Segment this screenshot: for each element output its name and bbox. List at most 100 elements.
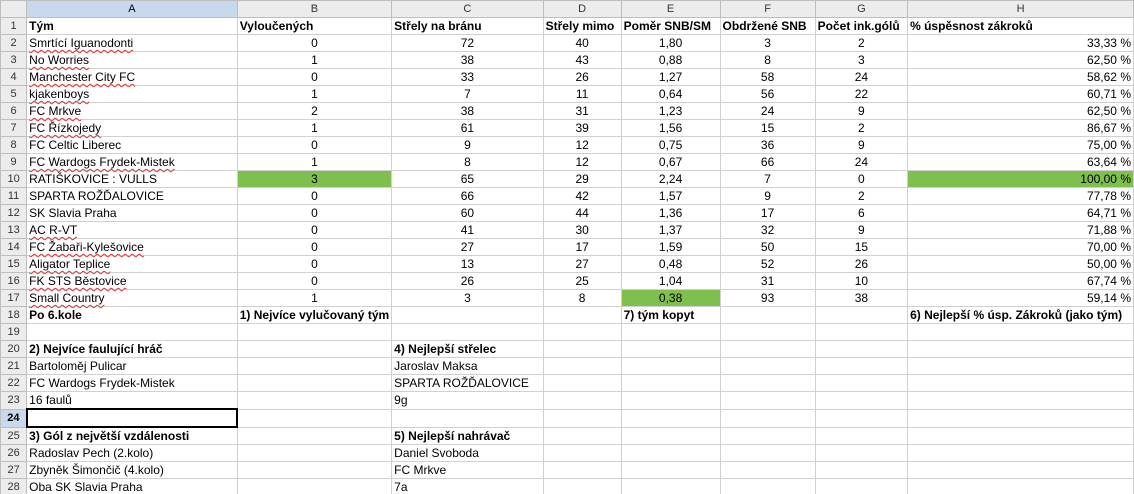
- cell[interactable]: [236, 391, 393, 410]
- row-number[interactable]: 27: [0, 461, 28, 479]
- row-number[interactable]: 17: [0, 289, 28, 307]
- cell[interactable]: [620, 461, 721, 479]
- cell[interactable]: [814, 478, 909, 494]
- cell[interactable]: 7a: [391, 478, 544, 494]
- excluded-cell[interactable]: 0: [236, 136, 393, 154]
- goals-conceded-cell[interactable]: 26: [814, 255, 909, 273]
- save-percentage-cell[interactable]: 75,00 %: [907, 136, 1134, 154]
- cell[interactable]: [542, 444, 622, 462]
- shots-on-goal-cell[interactable]: 41: [391, 221, 544, 239]
- cell[interactable]: [542, 391, 622, 410]
- team-name[interactable]: FC Řízkojedy: [26, 119, 238, 137]
- goals-conceded-cell[interactable]: 6: [814, 204, 909, 222]
- shots-received-cell[interactable]: 3: [719, 34, 816, 52]
- shots-on-goal-cell[interactable]: 72: [391, 34, 544, 52]
- shots-on-goal-cell[interactable]: 9: [391, 136, 544, 154]
- row-number[interactable]: 9: [0, 153, 28, 171]
- save-percentage-cell[interactable]: 62,50 %: [907, 102, 1134, 120]
- row-number[interactable]: 4: [0, 68, 28, 86]
- row-number[interactable]: 20: [0, 340, 28, 358]
- shots-wide-cell[interactable]: 29: [542, 170, 622, 188]
- cell[interactable]: [907, 478, 1134, 494]
- cell[interactable]: [620, 478, 721, 494]
- excluded-cell[interactable]: 3: [236, 170, 393, 188]
- goals-conceded-cell[interactable]: 3: [814, 51, 909, 69]
- row-number[interactable]: 5: [0, 85, 28, 103]
- cell[interactable]: [542, 340, 622, 358]
- save-percentage-cell[interactable]: 62,50 %: [907, 51, 1134, 69]
- cell[interactable]: [236, 408, 393, 428]
- cell[interactable]: [814, 444, 909, 462]
- ratio-cell[interactable]: 0,67: [620, 153, 721, 171]
- row-number[interactable]: 1: [0, 17, 28, 35]
- goals-conceded-cell[interactable]: 9: [814, 102, 909, 120]
- cell[interactable]: [719, 391, 816, 410]
- save-percentage-cell[interactable]: 67,74 %: [907, 272, 1134, 290]
- cell[interactable]: [236, 357, 393, 375]
- save-percentage-cell[interactable]: 77,78 %: [907, 187, 1134, 205]
- shots-wide-cell[interactable]: 27: [542, 255, 622, 273]
- excluded-cell[interactable]: 1: [236, 85, 393, 103]
- cell[interactable]: [907, 426, 1134, 445]
- row-number[interactable]: 23: [0, 391, 28, 410]
- shots-on-goal-cell[interactable]: 33: [391, 68, 544, 86]
- cell[interactable]: [719, 444, 816, 462]
- excluded-cell[interactable]: 2: [236, 102, 393, 120]
- goals-conceded-cell[interactable]: 2: [814, 187, 909, 205]
- cell[interactable]: FC Mrkve: [391, 461, 544, 479]
- cell[interactable]: [620, 444, 721, 462]
- ratio-cell[interactable]: 1,57: [620, 187, 721, 205]
- cell[interactable]: [542, 426, 622, 445]
- row-number[interactable]: 8: [0, 136, 28, 154]
- cell[interactable]: [814, 323, 909, 341]
- shots-received-cell[interactable]: 36: [719, 136, 816, 154]
- header-shots-on-goal[interactable]: Střely na bránu: [391, 17, 544, 35]
- goals-conceded-cell[interactable]: 24: [814, 68, 909, 86]
- ratio-cell[interactable]: 1,23: [620, 102, 721, 120]
- cell[interactable]: [907, 444, 1134, 462]
- cell[interactable]: [814, 374, 909, 392]
- cell[interactable]: [391, 408, 544, 428]
- excluded-cell[interactable]: 0: [236, 272, 393, 290]
- team-name[interactable]: Smrtící Iguanodonti: [26, 34, 238, 52]
- cell[interactable]: [236, 478, 393, 494]
- cell[interactable]: [542, 478, 622, 494]
- shots-received-cell[interactable]: 7: [719, 170, 816, 188]
- shots-received-cell[interactable]: 66: [719, 153, 816, 171]
- row-number[interactable]: 19: [0, 323, 28, 341]
- row-number[interactable]: 22: [0, 374, 28, 392]
- ratio-cell[interactable]: 1,37: [620, 221, 721, 239]
- save-percentage-cell[interactable]: 86,67 %: [907, 119, 1134, 137]
- column-header-h[interactable]: H: [907, 0, 1134, 18]
- header-excluded[interactable]: Vyloučených: [236, 17, 393, 35]
- shots-on-goal-cell[interactable]: 13: [391, 255, 544, 273]
- ratio-cell[interactable]: 0,64: [620, 85, 721, 103]
- row-number[interactable]: 12: [0, 204, 28, 222]
- cell[interactable]: FC Wardogs Frydek-Mistek: [26, 374, 238, 392]
- cell[interactable]: 1) Nejvíce vylučovaný tým: [236, 306, 393, 324]
- shots-received-cell[interactable]: 50: [719, 238, 816, 256]
- cell[interactable]: Zbyněk Šimončič (4.kolo): [26, 461, 238, 479]
- shots-on-goal-cell[interactable]: 27: [391, 238, 544, 256]
- cell[interactable]: [907, 408, 1134, 428]
- cell[interactable]: [719, 478, 816, 494]
- shots-received-cell[interactable]: 32: [719, 221, 816, 239]
- column-header-g[interactable]: G: [814, 0, 909, 18]
- cell[interactable]: [236, 323, 393, 341]
- shots-on-goal-cell[interactable]: 65: [391, 170, 544, 188]
- save-percentage-cell[interactable]: 64,71 %: [907, 204, 1134, 222]
- cell[interactable]: 9g: [391, 391, 544, 410]
- shots-wide-cell[interactable]: 43: [542, 51, 622, 69]
- shots-on-goal-cell[interactable]: 26: [391, 272, 544, 290]
- cell[interactable]: [907, 374, 1134, 392]
- cell[interactable]: [814, 306, 909, 324]
- column-header-a[interactable]: A: [26, 0, 238, 18]
- shots-received-cell[interactable]: 31: [719, 272, 816, 290]
- cell[interactable]: [620, 408, 721, 428]
- shots-received-cell[interactable]: 9: [719, 187, 816, 205]
- save-percentage-cell[interactable]: 33,33 %: [907, 34, 1134, 52]
- header-ratio[interactable]: Poměr SNB/SM: [620, 17, 721, 35]
- column-header-f[interactable]: F: [719, 0, 816, 18]
- excluded-cell[interactable]: 0: [236, 255, 393, 273]
- row-number[interactable]: 10: [0, 170, 28, 188]
